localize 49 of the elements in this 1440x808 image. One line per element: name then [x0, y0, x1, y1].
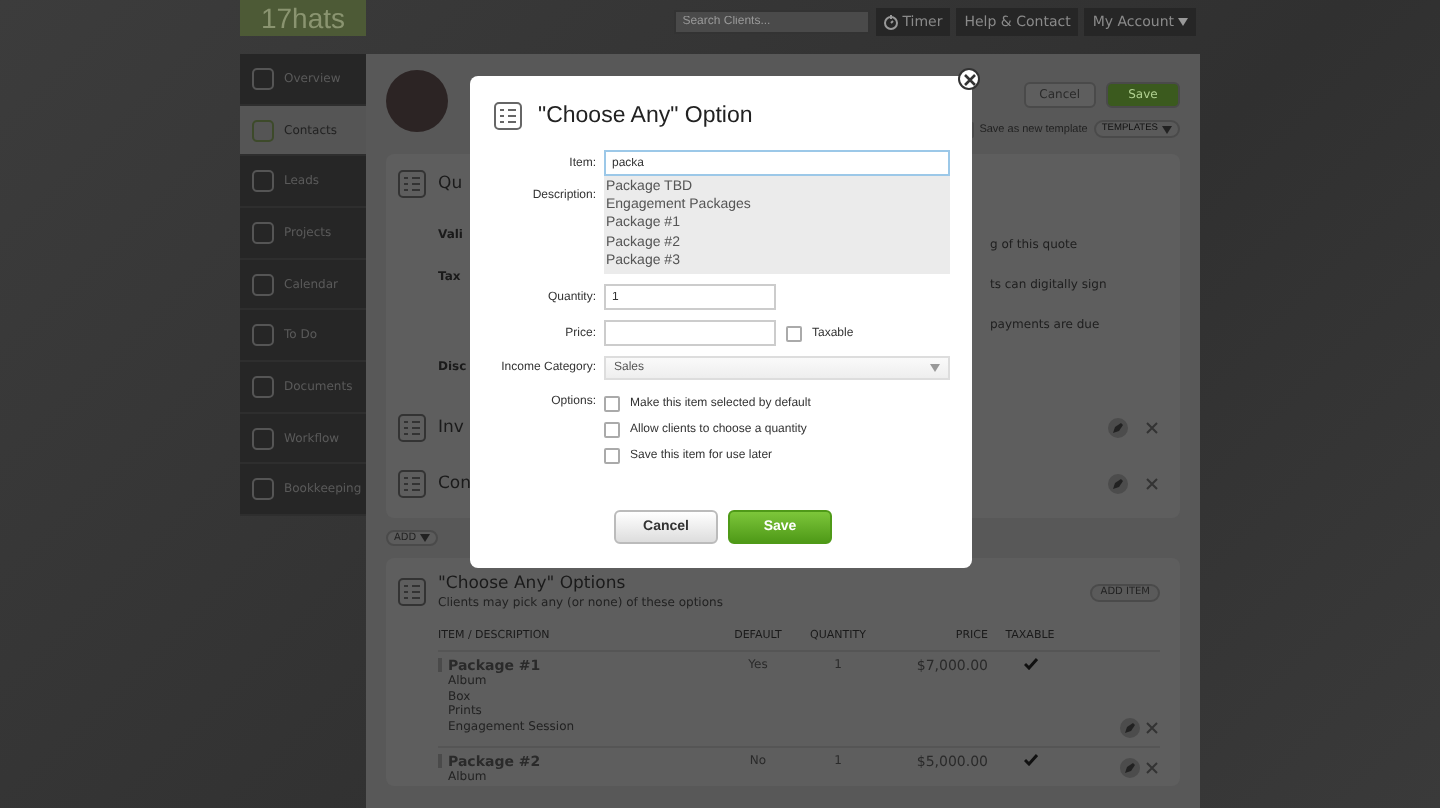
- stopwatch-icon: [884, 14, 899, 30]
- close-icon: [1146, 422, 1158, 434]
- caret-icon: [1162, 125, 1172, 133]
- checklist-icon: [494, 102, 522, 130]
- option-checkbox[interactable]: [604, 448, 620, 465]
- square-icon: [252, 221, 274, 244]
- close-icon: [1146, 478, 1158, 490]
- delete-icon[interactable]: [1144, 720, 1160, 736]
- edit-icon[interactable]: [1120, 757, 1140, 777]
- pencil-icon: [1112, 422, 1124, 434]
- square-icon: [252, 375, 274, 398]
- square-icon: [252, 67, 274, 90]
- section-title: "Choose Any" Options: [438, 574, 628, 594]
- checklist-icon: [398, 470, 426, 498]
- caret-icon: [1178, 18, 1188, 26]
- section-title: Con: [438, 474, 472, 494]
- pencil-icon: [1124, 761, 1136, 773]
- dialog-title: "Choose Any" Option: [538, 104, 753, 128]
- delete-icon[interactable]: [1144, 759, 1160, 775]
- delete-icon[interactable]: [1144, 420, 1160, 436]
- checklist-icon: [398, 414, 426, 442]
- close-icon: [1146, 722, 1158, 734]
- checkmark-icon: [1023, 754, 1037, 766]
- pencil-icon: [1124, 722, 1136, 734]
- checkmark-icon: [1023, 658, 1037, 670]
- section-title: Qu: [438, 174, 463, 194]
- square-icon: [252, 478, 274, 501]
- option-checkbox[interactable]: [604, 396, 620, 413]
- edit-icon[interactable]: [1108, 418, 1128, 438]
- square-icon: [252, 273, 274, 296]
- square-icon: [252, 427, 274, 450]
- edit-icon[interactable]: [1120, 718, 1140, 738]
- close-icon: [1146, 761, 1158, 773]
- caret-icon: [420, 534, 431, 542]
- checklist-icon: [398, 578, 426, 606]
- square-icon: [252, 119, 274, 141]
- caret-icon: [930, 364, 940, 373]
- logo[interactable]: 17hats: [240, 0, 366, 36]
- section-title: Inv: [438, 418, 464, 438]
- option-checkbox[interactable]: [604, 422, 620, 439]
- square-icon: [252, 170, 274, 193]
- pencil-icon: [1112, 478, 1124, 490]
- taxable-checkbox[interactable]: [786, 325, 802, 342]
- checklist-icon: [398, 170, 426, 198]
- square-icon: [252, 324, 274, 347]
- edit-icon[interactable]: [1108, 474, 1128, 494]
- delete-icon[interactable]: [1144, 476, 1160, 492]
- price-field[interactable]: [604, 320, 776, 347]
- avatar: [386, 70, 448, 132]
